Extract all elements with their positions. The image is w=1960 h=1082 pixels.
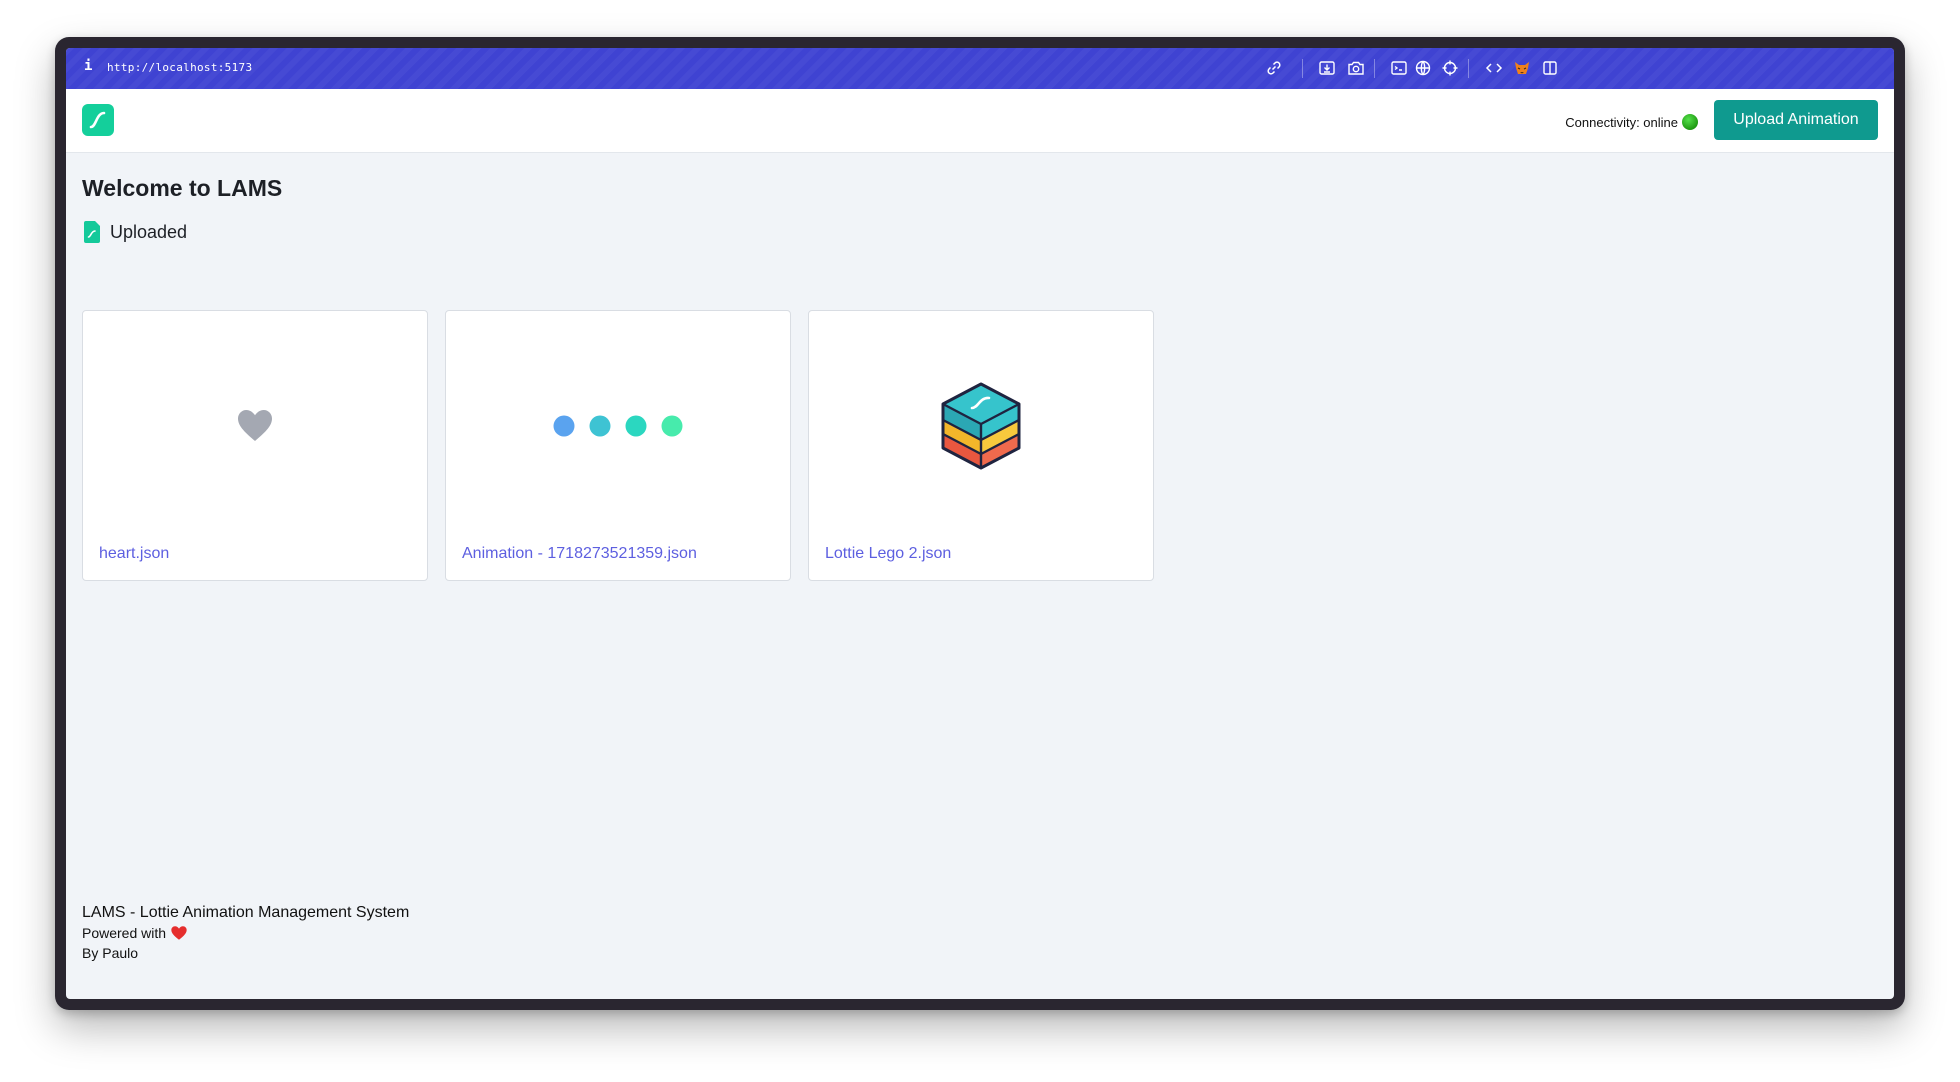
red-heart-icon bbox=[170, 924, 188, 942]
file-icon bbox=[82, 220, 102, 244]
dots-animation-preview bbox=[446, 311, 790, 541]
card-title-link[interactable]: Animation - 1718273521359.json bbox=[462, 545, 697, 563]
loading-dots-icon bbox=[553, 415, 683, 437]
sidebar-icon[interactable] bbox=[1540, 58, 1560, 78]
toolbar-divider bbox=[1302, 59, 1303, 78]
lego-cube-icon bbox=[941, 382, 1021, 470]
animation-card[interactable]: heart.json bbox=[82, 310, 428, 581]
animation-card[interactable]: Animation - 1718273521359.json bbox=[445, 310, 791, 581]
heart-icon bbox=[238, 410, 272, 441]
crosshair-icon[interactable] bbox=[1440, 58, 1460, 78]
lego-cube-animation-preview bbox=[809, 311, 1153, 541]
app-header: Connectivity: online Upload Animation bbox=[66, 89, 1894, 153]
code-icon[interactable] bbox=[1484, 58, 1504, 78]
card-title-link[interactable]: heart.json bbox=[99, 545, 169, 563]
footer-powered-line: Powered with bbox=[82, 923, 409, 943]
fox-extension-icon[interactable] bbox=[1512, 58, 1532, 78]
footer-powered-text: Powered with bbox=[82, 925, 167, 941]
toolbar-divider bbox=[1374, 59, 1375, 78]
page-title: Welcome to LAMS bbox=[82, 175, 283, 201]
upload-animation-button[interactable]: Upload Animation bbox=[1714, 100, 1878, 140]
online-status-dot-icon bbox=[1682, 114, 1698, 130]
lottie-logo-icon[interactable] bbox=[82, 104, 114, 136]
animation-card-list: heart.json Animation - 1718273521359.jso… bbox=[82, 310, 1154, 581]
connectivity-label: Connectivity: online bbox=[1565, 114, 1678, 130]
card-title-link[interactable]: Lottie Lego 2.json bbox=[825, 545, 951, 563]
uploaded-section-header: Uploaded bbox=[82, 219, 1878, 245]
connectivity-status: Connectivity: online bbox=[1565, 114, 1698, 130]
link-icon[interactable] bbox=[1264, 58, 1284, 78]
footer-author: By Paulo bbox=[82, 945, 139, 961]
download-icon[interactable] bbox=[1317, 58, 1337, 78]
main-content: Welcome to LAMS Uploaded heart.json Anim… bbox=[82, 173, 1878, 581]
browser-url-bar: i http://localhost:5173 bbox=[66, 48, 1894, 89]
info-icon[interactable]: i bbox=[84, 58, 94, 76]
browser-window: i http://localhost:5173 Connectivity: on… bbox=[66, 48, 1894, 999]
heart-animation-preview bbox=[83, 311, 427, 541]
url-text[interactable]: http://localhost:5173 bbox=[107, 61, 252, 74]
camera-icon[interactable] bbox=[1346, 58, 1366, 78]
terminal-icon[interactable] bbox=[1389, 58, 1409, 78]
footer: LAMS - Lottie Animation Management Syste… bbox=[82, 903, 409, 963]
animation-card[interactable]: Lottie Lego 2.json bbox=[808, 310, 1154, 581]
toolbar-divider bbox=[1468, 59, 1469, 78]
section-title: Uploaded bbox=[110, 221, 188, 242]
footer-title: LAMS - Lottie Animation Management Syste… bbox=[82, 904, 410, 921]
globe-icon[interactable] bbox=[1413, 58, 1433, 78]
